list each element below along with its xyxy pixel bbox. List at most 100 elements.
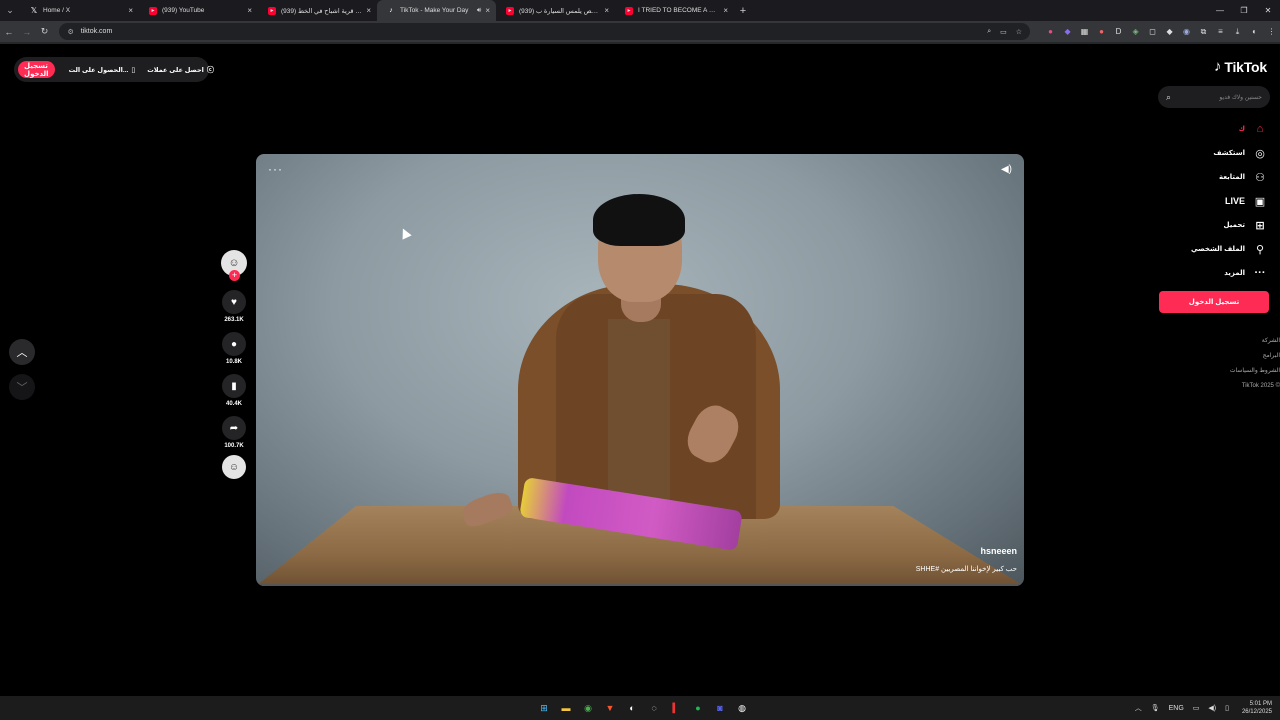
creator-avatar[interactable]: ☺ + <box>221 250 247 281</box>
close-icon[interactable]: × <box>723 6 728 15</box>
close-icon[interactable]: × <box>128 6 133 15</box>
tab-search-icon[interactable]: ⌄ <box>0 0 20 21</box>
speaker-icon[interactable]: 🔊︎ <box>477 7 481 15</box>
share-count: 100.7K <box>224 443 244 449</box>
close-icon[interactable]: × <box>485 6 490 15</box>
get-coins-link[interactable]: احصل على عملات ⓒ <box>147 65 214 75</box>
tray-chevron-icon[interactable]: ︿ <box>1135 703 1142 713</box>
sidebar-item-following[interactable]: المتابعة ⚇ <box>1146 165 1266 189</box>
comment-icon[interactable]: ● <box>222 332 246 356</box>
media-controls-icon[interactable]: ≡ <box>1212 23 1229 40</box>
sidebar-item-home[interactable]: ك ⌂ <box>1146 117 1266 141</box>
app-icon[interactable]: ◐ <box>621 697 643 719</box>
new-tab-button[interactable]: + <box>734 5 752 17</box>
video-player[interactable]: ··· ◀) hsneeen حب كبير لإخواننا المصريين… <box>256 154 1024 586</box>
video-author[interactable]: hsneeen <box>980 546 1017 556</box>
extension-icon[interactable]: ▦ <box>1076 23 1093 40</box>
sidebar-item-profile[interactable]: الملف الشخصي ⚲ <box>1146 237 1266 261</box>
app-icon[interactable]: ▍ <box>665 697 687 719</box>
search-input[interactable]: ⌕ حسنين ولاك فديو <box>1158 86 1270 108</box>
extension-icon[interactable]: ◈ <box>1127 23 1144 40</box>
maximize-icon[interactable]: ❐ <box>1232 0 1256 21</box>
browser-tab-active[interactable]: ♪ TikTok - Make Your Day 🔊︎ × <box>377 0 496 21</box>
live-icon: ▣ <box>1254 195 1266 208</box>
footer-link-terms[interactable]: الشروط والسياسات <box>1200 364 1280 379</box>
cast-icon[interactable]: ▭ <box>1000 28 1007 36</box>
video-frame-hair <box>593 194 685 246</box>
windows-start-icon[interactable]: ⊞ <box>533 697 555 719</box>
close-icon[interactable]: × <box>247 6 252 15</box>
microphone-icon[interactable]: 🎙︎ <box>1151 704 1160 712</box>
extension-icon[interactable]: ◉ <box>1178 23 1195 40</box>
save-count: 40.4K <box>225 401 242 407</box>
extension-icon[interactable]: ◆ <box>1161 23 1178 40</box>
comment-action: ● 10.8K <box>222 332 246 365</box>
browser-tab[interactable]: ▸ I TRIED TO BECOME A PROFESSIONAL × <box>615 0 734 21</box>
sidebar-item-live[interactable]: LIVE ▣ <box>1146 189 1266 213</box>
video-more-icon[interactable]: ··· <box>268 162 283 176</box>
login-button[interactable]: تسجيل الدخول <box>18 61 55 78</box>
bookmark-star-icon[interactable]: ☆ <box>1016 28 1022 36</box>
close-window-icon[interactable]: ✕ <box>1256 0 1280 21</box>
menu-kebab-icon[interactable]: ⋮ <box>1263 23 1280 40</box>
extension-icon[interactable]: ● <box>1042 23 1059 40</box>
browser-tab[interactable]: ▸ (939) اول شخص يلمس السيارة ب × <box>496 0 615 21</box>
network-icon[interactable]: ▭ <box>1193 704 1200 712</box>
volume-icon[interactable]: ◀) <box>1001 164 1012 175</box>
forward-icon[interactable]: → <box>18 21 36 42</box>
get-app-link[interactable]: الحصول على الت... ▯ <box>69 66 136 74</box>
profile-avatar-icon[interactable]: ◐ <box>1246 23 1263 40</box>
speaker-icon[interactable]: ◀) <box>1208 704 1216 712</box>
browser-toolbar: ← → ↻ ⚙ tiktok.com ⌕ ▭ ☆ ● ◆ ▦ ● D ◈ ◻ ◆… <box>0 21 1280 42</box>
sound-avatar[interactable]: ☺ <box>222 455 246 479</box>
app-icon[interactable]: ◌ <box>643 697 665 719</box>
language-indicator[interactable]: ENG <box>1169 705 1184 712</box>
sidebar-item-more[interactable]: المزيد ··· <box>1146 261 1266 285</box>
share-icon[interactable]: ➦ <box>222 416 246 440</box>
tiktok-note-icon: ♪ <box>1214 58 1222 75</box>
download-icon[interactable]: ⤓ <box>1229 23 1246 40</box>
reload-icon[interactable]: ↻ <box>36 21 54 42</box>
app-icon[interactable]: ◍ <box>731 697 753 719</box>
brave-icon[interactable]: ▼ <box>599 697 621 719</box>
extension-icon[interactable]: ◻ <box>1144 23 1161 40</box>
spotify-icon[interactable]: ● <box>687 697 709 719</box>
extension-icon[interactable]: ◆ <box>1059 23 1076 40</box>
chrome-icon[interactable]: ◉ <box>577 697 599 719</box>
file-explorer-icon[interactable]: ▬ <box>555 697 577 719</box>
extensions-puzzle-icon[interactable]: ⧉ <box>1195 23 1212 40</box>
extension-icon[interactable]: ● <box>1093 23 1110 40</box>
clock[interactable]: 5:01 PM 26/12/2025 <box>1242 700 1272 716</box>
tiktok-icon: ♪ <box>389 7 393 14</box>
zoom-icon[interactable]: ⌕ <box>987 28 991 36</box>
browser-tab[interactable]: ▸ (939) YouTube × <box>139 0 258 21</box>
sidebar-login-button[interactable]: تسجيل الدخول <box>1159 291 1269 313</box>
site-info-icon[interactable]: ⚙ <box>67 28 73 36</box>
browser-tab[interactable]: 𝕏 Home / X × <box>20 0 139 21</box>
sidebar-item-label: الملف الشخصي <box>1190 246 1245 253</box>
close-icon[interactable]: × <box>366 6 371 15</box>
heart-icon[interactable]: ♥ <box>222 290 246 314</box>
browser-tab[interactable]: ▸ (939) دخلنا قرية اشباح في الخط × <box>258 0 377 21</box>
video-actions: ☺ + ♥ 263.1K ● 10.8K ▮ 40.4K ➦ 100.7K ☺ <box>219 250 249 479</box>
discord-icon[interactable]: ◙ <box>709 697 731 719</box>
battery-icon[interactable]: ▯ <box>1225 704 1229 712</box>
sidebar-item-label: تحميل <box>1223 222 1245 229</box>
minimize-icon[interactable]: — <box>1208 0 1232 21</box>
video-progress-bar[interactable] <box>256 584 1024 586</box>
tiktok-logo[interactable]: ♪ TikTok <box>1214 58 1267 75</box>
next-video-button[interactable]: ﹀ <box>9 374 35 400</box>
previous-video-button[interactable]: ︿ <box>9 339 35 365</box>
bookmark-icon[interactable]: ▮ <box>222 374 246 398</box>
footer-link-programs[interactable]: البرامج <box>1200 349 1280 364</box>
search-icon[interactable]: ⌕ <box>1166 92 1171 103</box>
video-frame-shirt <box>608 319 670 514</box>
extension-icon[interactable]: D <box>1110 23 1127 40</box>
address-bar[interactable]: ⚙ tiktok.com ⌕ ▭ ☆ <box>59 23 1031 40</box>
sidebar-item-upload[interactable]: تحميل ⊞ <box>1146 213 1266 237</box>
back-icon[interactable]: ← <box>0 21 18 42</box>
follow-plus-icon[interactable]: + <box>229 270 240 281</box>
sidebar-item-explore[interactable]: استكشف ◎ <box>1146 141 1266 165</box>
close-icon[interactable]: × <box>604 6 609 15</box>
footer-link-company[interactable]: الشركة <box>1200 334 1280 349</box>
